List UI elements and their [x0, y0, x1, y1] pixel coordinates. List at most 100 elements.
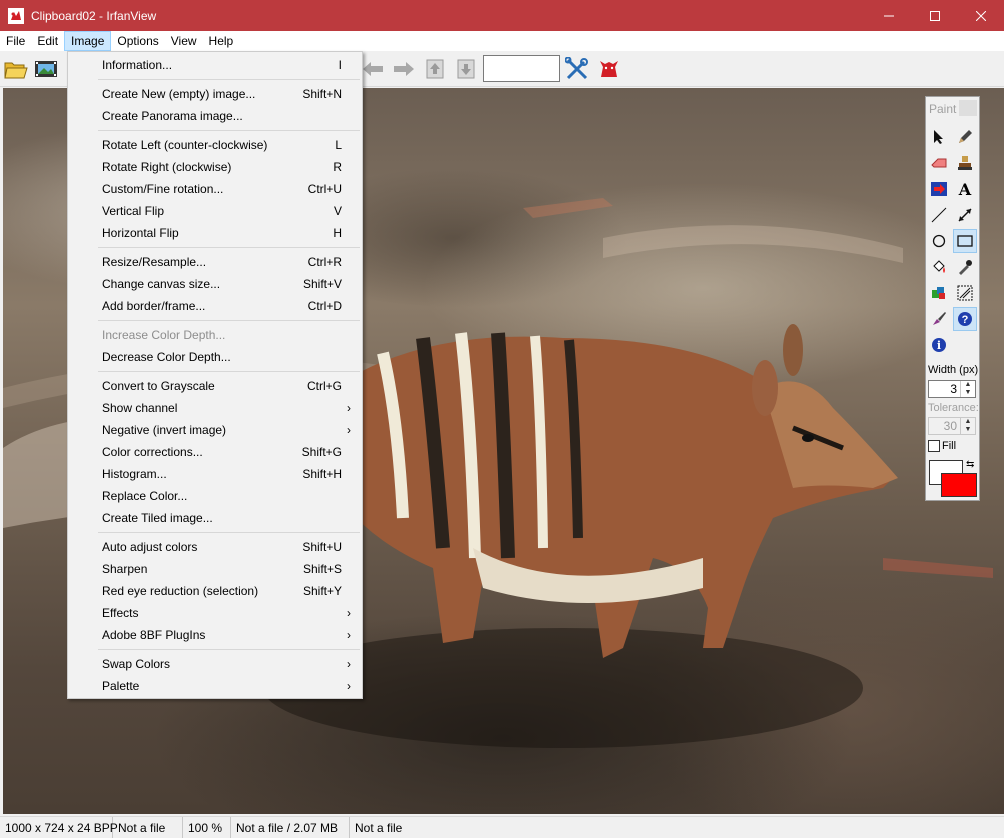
menu-separator: [98, 247, 360, 248]
status-date: Not a file: [355, 821, 402, 835]
window-title: Clipboard02 - IrfanView: [31, 8, 157, 23]
menu-item-histogram[interactable]: Histogram... Shift+H: [68, 463, 362, 485]
status-dimensions: 1000 x 724 x 24 BPP: [0, 817, 118, 838]
eyedropper-icon[interactable]: [953, 255, 977, 279]
maximize-button[interactable]: [912, 0, 958, 31]
tolerance-spinner-arrows: ▲ ▼: [960, 418, 975, 434]
pencil-icon[interactable]: [953, 125, 977, 149]
next-arrow-icon[interactable]: [391, 56, 417, 82]
menu-item-information[interactable]: Information... I: [68, 54, 362, 76]
menu-item-create-new-image[interactable]: Create New (empty) image... Shift+N: [68, 83, 362, 105]
menu-item-effects[interactable]: Effects ›: [68, 602, 362, 624]
fill-bucket-icon[interactable]: [927, 255, 951, 279]
submenu-arrow-icon: ›: [347, 401, 351, 415]
menu-separator: [98, 320, 360, 321]
menu-separator: [98, 649, 360, 650]
close-icon: [976, 10, 986, 21]
title-bar: Clipboard02 - IrfanView: [0, 0, 1004, 31]
menu-item-palette[interactable]: Palette ›: [68, 675, 362, 697]
menu-item-add-border[interactable]: Add border/frame... Ctrl+D: [68, 295, 362, 317]
selection-pattern-icon[interactable]: [953, 281, 977, 305]
menu-view[interactable]: View: [165, 31, 203, 51]
settings-tools-icon[interactable]: [564, 56, 590, 82]
menu-item-vertical-flip[interactable]: Vertical Flip V: [68, 200, 362, 222]
menu-separator: [98, 130, 360, 131]
menu-item-adobe-plugins[interactable]: Adobe 8BF PlugIns ›: [68, 624, 362, 646]
rectangle-icon[interactable]: [953, 229, 977, 253]
brush-icon[interactable]: [927, 307, 951, 331]
menu-separator: [98, 79, 360, 80]
paint-panel: Paint A ? i Width (px) 3 ▲ ▼ Tolerance: …: [925, 96, 980, 501]
menu-options[interactable]: Options: [111, 31, 164, 51]
menu-item-convert-grayscale[interactable]: Convert to Grayscale Ctrl+G: [68, 375, 362, 397]
color-replace-icon[interactable]: [927, 281, 951, 305]
ellipse-icon[interactable]: [927, 229, 951, 253]
irfanview-app-icon: [8, 7, 24, 24]
menu-item-custom-rotation[interactable]: Custom/Fine rotation... Ctrl+U: [68, 178, 362, 200]
minimize-icon: [884, 15, 894, 16]
menu-item-rotate-right[interactable]: Rotate Right (clockwise) R: [68, 156, 362, 178]
info-icon[interactable]: i: [927, 333, 951, 357]
width-spinner-arrows[interactable]: ▲ ▼: [960, 381, 975, 397]
maximize-icon: [930, 10, 940, 21]
menu-item-color-corrections[interactable]: Color corrections... Shift+G: [68, 441, 362, 463]
menu-item-resize[interactable]: Resize/Resample... Ctrl+R: [68, 251, 362, 273]
menu-item-show-channel[interactable]: Show channel ›: [68, 397, 362, 419]
svg-text:?: ?: [962, 314, 969, 326]
close-button[interactable]: [958, 0, 1004, 31]
eraser-icon[interactable]: [927, 151, 951, 175]
status-zoom: 100 %: [183, 817, 231, 838]
select-arrow-icon[interactable]: [927, 125, 951, 149]
menu-help[interactable]: Help: [203, 31, 240, 51]
tolerance-spinner: 30 ▲ ▼: [928, 417, 976, 435]
paint-close-button[interactable]: [959, 100, 977, 116]
width-spinner[interactable]: 3 ▲ ▼: [928, 380, 976, 398]
width-label: Width (px): [928, 364, 979, 376]
submenu-arrow-icon: ›: [347, 423, 351, 437]
menu-image[interactable]: Image: [64, 31, 112, 51]
slideshow-icon[interactable]: [33, 56, 59, 82]
foreground-color-swatch[interactable]: [941, 473, 977, 497]
image-menu-dropdown: Information... I Create New (empty) imag…: [67, 51, 363, 699]
double-arrow-icon[interactable]: [953, 203, 977, 227]
irfanview-cat-icon[interactable]: [596, 56, 622, 82]
text-tool-icon[interactable]: A: [953, 177, 977, 201]
menu-item-replace-color[interactable]: Replace Color...: [68, 485, 362, 507]
swap-colors-icon[interactable]: ⇆: [966, 459, 974, 470]
submenu-arrow-icon: ›: [347, 679, 351, 693]
menu-item-change-canvas-size[interactable]: Change canvas size... Shift+V: [68, 273, 362, 295]
menu-separator: [98, 371, 360, 372]
fill-label: Fill: [942, 440, 957, 452]
zoom-input[interactable]: [483, 55, 560, 82]
menu-item-rotate-left[interactable]: Rotate Left (counter-clockwise) L: [68, 134, 362, 156]
minimize-button[interactable]: [866, 0, 912, 31]
arrow-box-icon[interactable]: [927, 177, 951, 201]
menu-item-red-eye-reduction[interactable]: Red eye reduction (selection) Shift+Y: [68, 580, 362, 602]
status-file-size: Not a file / 2.07 MB: [231, 817, 350, 838]
width-value: 3: [950, 382, 957, 396]
menu-item-negative[interactable]: Negative (invert image) ›: [68, 419, 362, 441]
status-bar: 1000 x 724 x 24 BPP Not a file 100 % Not…: [0, 816, 1004, 838]
open-folder-icon[interactable]: [3, 56, 29, 82]
page-down-icon[interactable]: [453, 56, 479, 82]
menu-item-horizontal-flip[interactable]: Horizontal Flip H: [68, 222, 362, 244]
menu-item-swap-colors[interactable]: Swap Colors ›: [68, 653, 362, 675]
line-icon[interactable]: [927, 203, 951, 227]
help-icon[interactable]: ?: [953, 307, 977, 331]
menu-edit[interactable]: Edit: [31, 31, 64, 51]
clone-stamp-icon[interactable]: [953, 151, 977, 175]
previous-arrow-icon[interactable]: [360, 56, 386, 82]
menu-item-create-panorama[interactable]: Create Panorama image...: [68, 105, 362, 127]
status-file-index: Not a file: [113, 817, 183, 838]
menu-item-sharpen[interactable]: Sharpen Shift+S: [68, 558, 362, 580]
menu-item-create-tiled[interactable]: Create Tiled image...: [68, 507, 362, 529]
menu-item-auto-adjust-colors[interactable]: Auto adjust colors Shift+U: [68, 536, 362, 558]
menu-file[interactable]: File: [0, 31, 31, 51]
svg-text:i: i: [937, 339, 941, 352]
menu-item-increase-color-depth: Increase Color Depth...: [102, 328, 226, 342]
tolerance-value: 30: [943, 419, 957, 433]
menu-bar: File Edit Image Options View Help: [0, 31, 1004, 51]
fill-checkbox[interactable]: [928, 440, 940, 452]
page-up-icon[interactable]: [422, 56, 448, 82]
menu-item-decrease-color-depth[interactable]: Decrease Color Depth...: [68, 346, 362, 368]
